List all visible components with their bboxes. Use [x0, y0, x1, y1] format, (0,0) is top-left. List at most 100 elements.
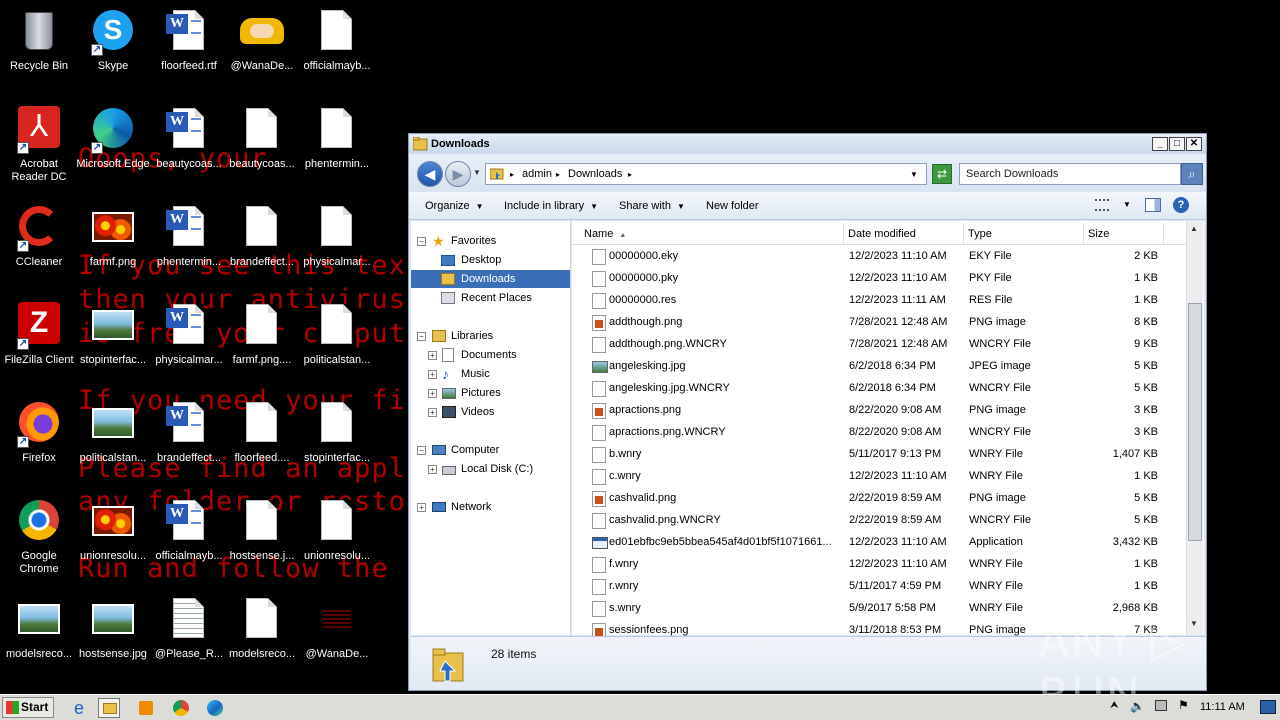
help-icon[interactable]: ?	[1173, 197, 1189, 213]
maximize-button[interactable]: □	[1169, 137, 1185, 151]
volume-icon[interactable]: 🔈	[1130, 699, 1145, 713]
desktop-icon-item[interactable]: S ↗ Skype	[74, 8, 152, 73]
media-player-icon[interactable]	[135, 698, 157, 718]
internet-explorer-icon[interactable]: e	[68, 698, 90, 718]
desktop-icon-item[interactable]: Wphentermin...	[150, 204, 228, 269]
explorer-taskbar-button[interactable]	[98, 698, 120, 718]
expand-icon[interactable]: +	[428, 351, 437, 360]
expand-icon[interactable]: +	[428, 370, 437, 379]
collapse-icon[interactable]: −	[417, 446, 426, 455]
desktop-icon-item[interactable]: ⅄ ↗ Acrobat Reader DC	[0, 106, 78, 184]
desktop-icon-item[interactable]: beautycoas...	[223, 106, 301, 171]
desktop-icon-item[interactable]: modelsreco...	[223, 596, 301, 661]
file-row[interactable]: ed01ebfbc9eb5bbea545af4d01bf5f1071661...…	[572, 532, 1186, 554]
tray-expand-icon[interactable]: ⮝	[1110, 700, 1119, 711]
file-row[interactable]: f.wnry 12/2/2023 11:10 AM WNRY File 1 KB	[572, 554, 1186, 576]
include-in-library-menu[interactable]: Include in library ▼	[504, 200, 598, 212]
chevron-down-icon[interactable]: ▼	[1123, 200, 1131, 209]
organize-menu[interactable]: Organize ▼	[425, 200, 484, 212]
desktop-icon-item[interactable]: unionresolu...	[74, 498, 152, 563]
column-date[interactable]: Date modified	[844, 223, 964, 245]
vertical-scrollbar[interactable]: ▲ ▼	[1186, 221, 1203, 635]
file-row[interactable]: c.wnry 12/2/2023 11:10 AM WNRY File 1 KB	[572, 466, 1186, 488]
desktop-icon-item[interactable]: Wbrandeffect...	[150, 400, 228, 465]
column-size[interactable]: Size	[1084, 223, 1164, 245]
refresh-button[interactable]: ⇄	[932, 164, 952, 184]
start-button[interactable]: Start	[2, 697, 54, 718]
file-row[interactable]: r.wnry 5/11/2017 4:59 PM WNRY File 1 KB	[572, 576, 1186, 598]
file-row[interactable]: 00000000.pky 12/2/2023 11:10 AM PKY File 1 …	[572, 268, 1186, 290]
file-row[interactable]: cashvalid.png.WNCRY 2/22/2019 8:59 AM WNCR…	[572, 510, 1186, 532]
close-button[interactable]: ✕	[1186, 137, 1202, 151]
search-input[interactable]: Search Downloads	[959, 163, 1181, 185]
chrome-taskbar-icon[interactable]	[170, 698, 192, 718]
desktop-icon-item[interactable]: Google Chrome	[0, 498, 78, 576]
breadcrumb-admin[interactable]: admin	[522, 168, 552, 180]
desktop-icon-item[interactable]: unionresolu...	[298, 498, 376, 563]
desktop-icon-item[interactable]: ↗ CCleaner	[0, 204, 78, 269]
nav-music[interactable]: + ♪ Music	[411, 365, 570, 383]
desktop-icon-item[interactable]: stopinterfac...	[298, 400, 376, 465]
address-field[interactable]: ▸ admin ▸ Downloads ▸ ▼	[485, 163, 927, 185]
share-with-menu[interactable]: Share with ▼	[619, 200, 685, 212]
column-type[interactable]: Type	[964, 223, 1084, 245]
network-tray-icon[interactable]	[1155, 700, 1167, 711]
edge-taskbar-icon[interactable]	[204, 698, 226, 718]
back-button[interactable]: ◀	[417, 161, 443, 187]
desktop-icon-item[interactable]: ↗ Firefox	[0, 400, 78, 465]
desktop-icon-item[interactable]: farmf.png	[74, 204, 152, 269]
desktop-icon-item[interactable]: farmf.png....	[223, 302, 301, 367]
desktop-icon-item[interactable]: @WanaDe...	[298, 596, 376, 661]
nav-recent-places[interactable]: Recent Places	[411, 289, 570, 307]
file-row[interactable]: addthough.png 7/28/2021 12:48 AM PNG image…	[572, 312, 1186, 334]
file-row[interactable]: cashvalid.png 2/22/2019 8:59 AM PNG image 5…	[572, 488, 1186, 510]
nav-pictures[interactable]: + Pictures	[411, 384, 570, 402]
desktop-icon-item[interactable]: Wfloorfeed.rtf	[150, 8, 228, 73]
file-row[interactable]: apractions.png.WNCRY 8/22/2020 9:08 AM WNC…	[572, 422, 1186, 444]
desktop-icon-item[interactable]: politicalstan...	[74, 400, 152, 465]
file-row[interactable]: 00000000.res 12/2/2023 11:11 AM RES File 1 …	[572, 290, 1186, 312]
view-options-icon[interactable]	[1095, 199, 1109, 211]
title-bar[interactable]: Downloads _ □ ✕	[409, 134, 1206, 154]
desktop-icon-item[interactable]: Recycle Bin	[0, 8, 78, 73]
desktop-icon-item[interactable]: brandeffect...	[223, 204, 301, 269]
address-dropdown-icon[interactable]: ▼	[910, 170, 918, 179]
search-icon[interactable]: ⌕	[1181, 163, 1203, 185]
desktop-icon-item[interactable]: @Please_R...	[150, 596, 228, 661]
file-row[interactable]: b.wnry 5/11/2017 9:13 PM WNRY File 1,407 KB	[572, 444, 1186, 466]
desktop-icon-item[interactable]: Wofficialmayb...	[150, 498, 228, 563]
show-desktop-button[interactable]	[1260, 700, 1276, 714]
collapse-icon[interactable]: −	[417, 332, 426, 341]
recent-pages-chevron-icon[interactable]: ▼	[473, 168, 481, 177]
desktop-icon-item[interactable]: officialmayb...	[298, 8, 376, 73]
desktop-icon-item[interactable]: politicalstan...	[298, 302, 376, 367]
nav-documents[interactable]: + Documents	[411, 346, 570, 364]
nav-local-disk[interactable]: + Local Disk (C:)	[411, 460, 570, 478]
expand-icon[interactable]: +	[428, 408, 437, 417]
nav-network[interactable]: + Network	[411, 498, 570, 516]
file-row[interactable]: angelesking.jpg.WNCRY 6/2/2018 6:34 PM WNC…	[572, 378, 1186, 400]
desktop-icon-item[interactable]: ↗ Microsoft Edge	[74, 106, 152, 171]
nav-favorites[interactable]: − ★ Favorites	[411, 232, 570, 250]
desktop-icon-item[interactable]: Wphysicalmar...	[150, 302, 228, 367]
flag-icon[interactable]: ⚑	[1178, 698, 1189, 712]
clock[interactable]: 11:11 AM	[1200, 701, 1245, 713]
scroll-thumb[interactable]	[1188, 303, 1202, 541]
desktop-icon-item[interactable]: stopinterfac...	[74, 302, 152, 367]
desktop-icon-item[interactable]: floorfeed....	[223, 400, 301, 465]
desktop-icon-item[interactable]: Wbeautycoas...	[150, 106, 228, 171]
file-row[interactable]: apractions.png 8/22/2020 9:08 AM PNG image…	[572, 400, 1186, 422]
desktop-icon-item[interactable]: modelsreco...	[0, 596, 78, 661]
desktop-icon-item[interactable]: physicalmar...	[298, 204, 376, 269]
forward-button[interactable]: ▶	[445, 161, 471, 187]
preview-pane-icon[interactable]	[1145, 198, 1161, 212]
desktop-icon-item[interactable]: Z ↗ FileZilla Client	[0, 302, 78, 367]
nav-downloads[interactable]: Downloads	[411, 270, 570, 288]
expand-icon[interactable]: +	[417, 503, 426, 512]
desktop-icon-item[interactable]: phentermin...	[298, 106, 376, 171]
collapse-icon[interactable]: −	[417, 237, 426, 246]
desktop-icon-item[interactable]: hostsense.jpg	[74, 596, 152, 661]
minimize-button[interactable]: _	[1152, 137, 1168, 151]
nav-videos[interactable]: + Videos	[411, 403, 570, 421]
file-row[interactable]: angelesking.jpg 6/2/2018 6:34 PM JPEG imag…	[572, 356, 1186, 378]
